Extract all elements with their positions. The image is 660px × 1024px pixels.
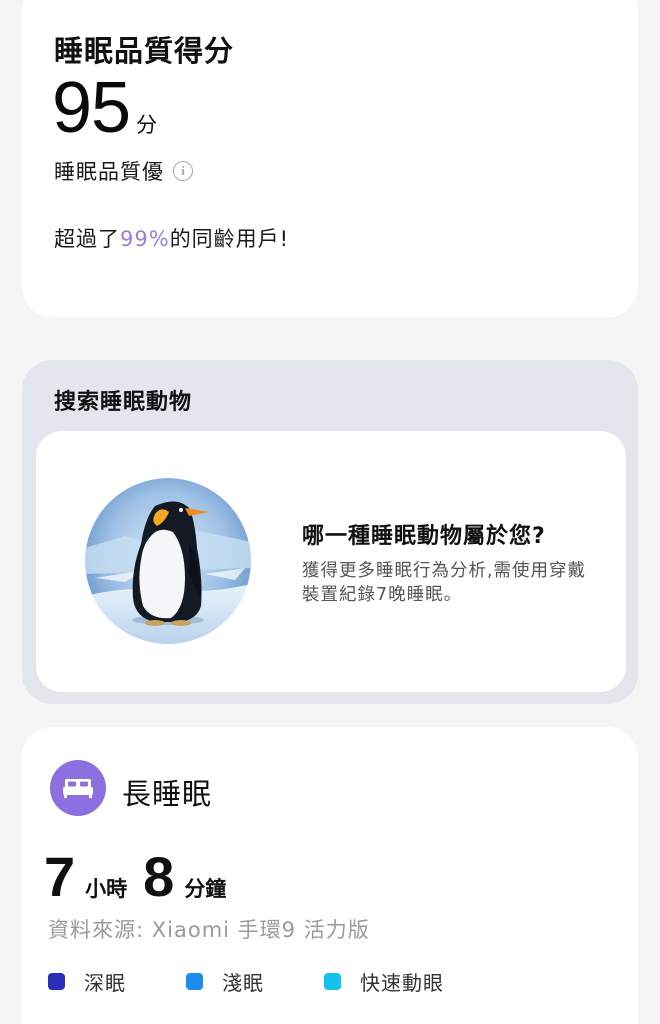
sleep-duration: 7 小時 8 分鐘 bbox=[44, 849, 242, 905]
animal-question: 哪一種睡眠動物屬於您? bbox=[302, 524, 546, 549]
sleep-stage-legend: 深眠 淺眠 快速動眼 bbox=[48, 967, 504, 996]
info-icon[interactable]: i bbox=[173, 161, 193, 181]
animal-inner-panel[interactable]: 哪一種睡眠動物屬於您? 獲得更多睡眠行為分析,需使用穿戴裝置紀錄7晚睡眠。 bbox=[36, 431, 626, 692]
light-sleep-swatch bbox=[186, 973, 203, 990]
rem-sleep-swatch bbox=[324, 973, 341, 990]
duration-hours: 7 bbox=[44, 845, 76, 908]
legend-item-rem: 快速動眼 bbox=[324, 967, 444, 996]
bed-icon bbox=[50, 760, 106, 816]
long-sleep-card[interactable]: 長睡眠 7 小時 8 分鐘 資料來源: Xiaomi 手環9 活力版 深眠 淺眠… bbox=[22, 727, 638, 1024]
legend-label: 快速動眼 bbox=[360, 971, 444, 995]
duration-hours-unit: 小時 bbox=[85, 877, 128, 901]
long-sleep-title: 長睡眠 bbox=[122, 777, 213, 811]
legend-item-deep: 深眠 bbox=[48, 967, 126, 996]
score-title: 睡眠品質得分 bbox=[54, 34, 235, 68]
sleep-animal-card[interactable]: 搜索睡眠動物 哪一種睡眠動物屬於您? 獲得更多睡眠行為分析,需使用穿戴裝置紀錄7… bbox=[22, 360, 638, 704]
legend-label: 淺眠 bbox=[222, 971, 264, 995]
animal-card-title: 搜索睡眠動物 bbox=[54, 390, 193, 415]
percentile-value: 99% bbox=[120, 227, 170, 251]
deep-sleep-swatch bbox=[48, 973, 65, 990]
percentile-prefix: 超過了 bbox=[54, 227, 120, 251]
legend-label: 深眠 bbox=[84, 971, 126, 995]
quality-row: 睡眠品質優 i bbox=[54, 156, 193, 186]
score-unit: 分 bbox=[136, 113, 158, 137]
percentile-text: 超過了99%的同齡用戶! bbox=[54, 223, 289, 253]
penguin-illustration bbox=[85, 478, 251, 644]
animal-description: 獲得更多睡眠行為分析,需使用穿戴裝置紀錄7晚睡眠。 bbox=[302, 561, 587, 605]
legend-item-light: 淺眠 bbox=[186, 967, 264, 996]
sleep-score-card: 睡眠品質得分 95 分 睡眠品質優 i 超過了99%的同齡用戶! bbox=[22, 0, 638, 317]
duration-minutes: 8 bbox=[143, 845, 175, 908]
sleep-report-page: 睡眠品質得分 95 分 睡眠品質優 i 超過了99%的同齡用戶! 搜索睡眠動物 bbox=[0, 0, 660, 1024]
score-row: 95 分 bbox=[52, 72, 157, 144]
score-value: 95 bbox=[52, 68, 131, 148]
data-source: 資料來源: Xiaomi 手環9 活力版 bbox=[48, 918, 370, 942]
percentile-suffix: 的同齡用戶! bbox=[169, 227, 290, 251]
duration-minutes-unit: 分鐘 bbox=[184, 877, 227, 901]
quality-label: 睡眠品質優 bbox=[54, 160, 164, 184]
